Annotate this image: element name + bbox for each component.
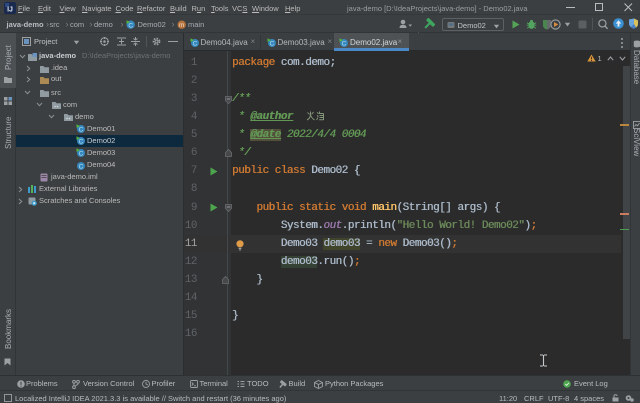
- svg-text:IJ: IJ: [7, 6, 13, 13]
- svg-text:C: C: [79, 127, 84, 133]
- svg-text:C: C: [79, 163, 84, 169]
- svg-text:C: C: [269, 40, 274, 46]
- svg-text:C: C: [79, 139, 84, 145]
- svg-text:C: C: [192, 40, 197, 46]
- svg-text:m: m: [178, 22, 183, 29]
- svg-text:C: C: [341, 40, 346, 46]
- svg-text:C: C: [128, 22, 133, 29]
- svg-text:C: C: [79, 151, 84, 157]
